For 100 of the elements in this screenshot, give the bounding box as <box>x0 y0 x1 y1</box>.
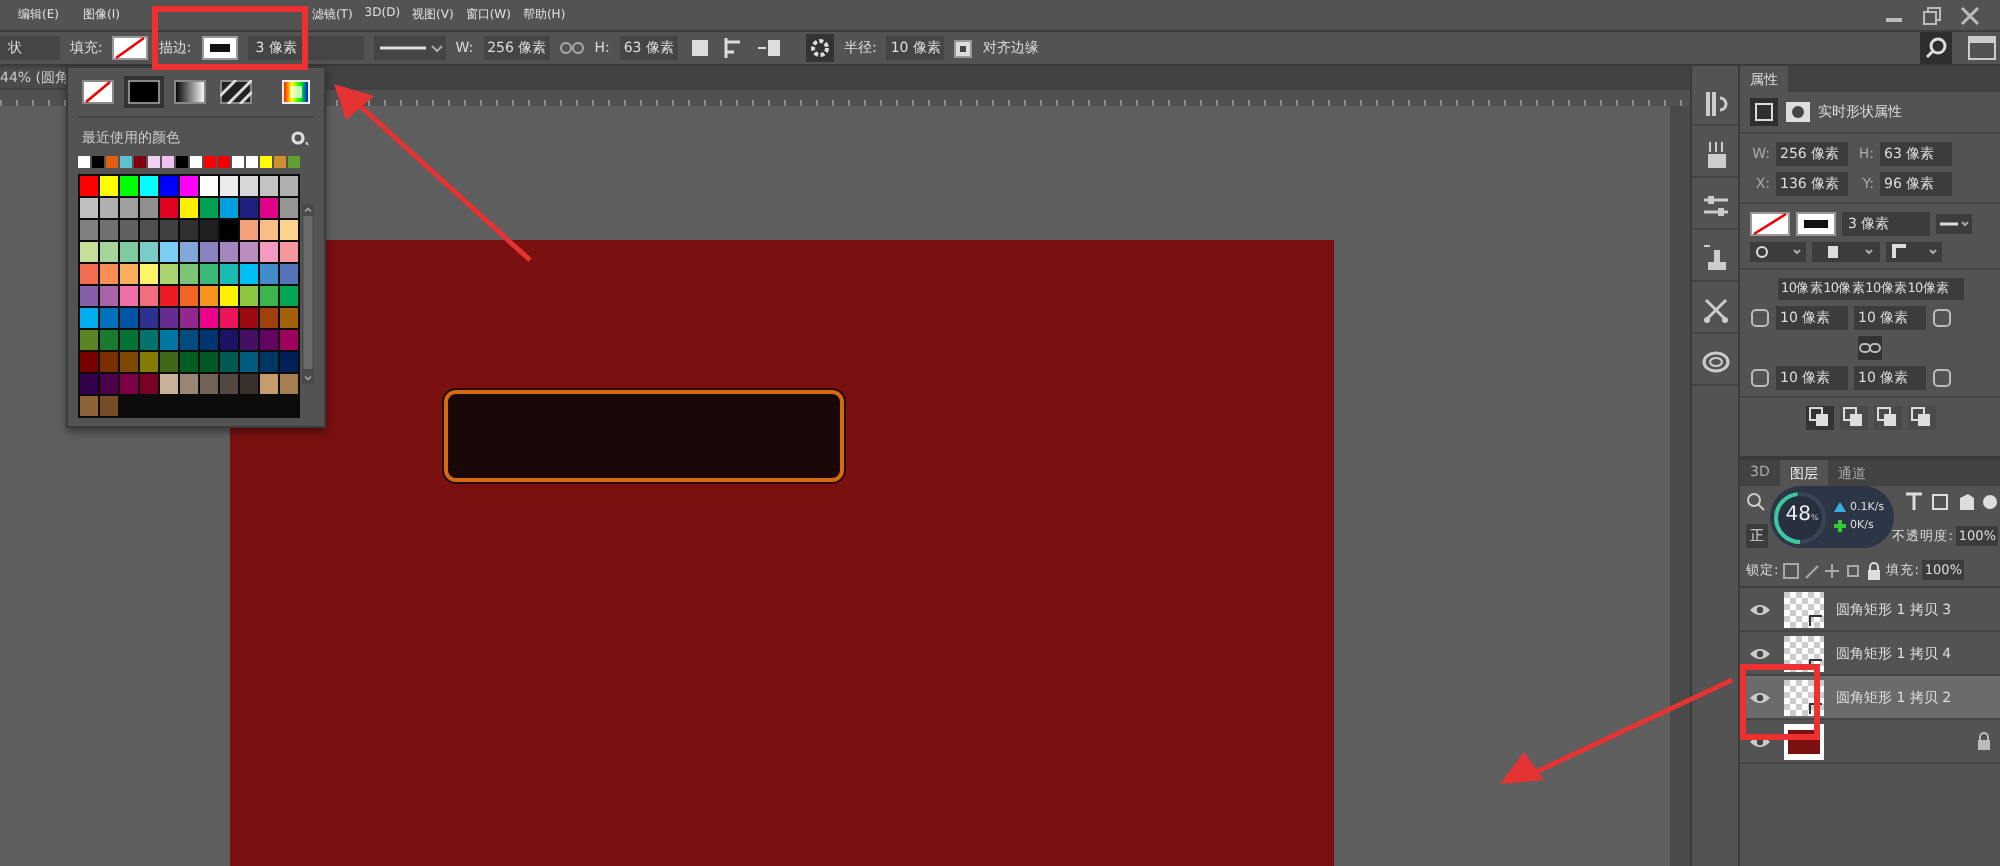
stroke-swatch[interactable] <box>201 36 238 60</box>
path-operations-icon[interactable] <box>687 36 712 60</box>
color-swatch[interactable] <box>100 264 118 284</box>
color-swatch[interactable] <box>160 264 178 284</box>
color-swatch[interactable] <box>240 352 258 372</box>
swirl-icon[interactable] <box>1701 347 1729 375</box>
color-picker-icon[interactable] <box>282 80 310 104</box>
subtract-shape-icon[interactable] <box>1839 406 1867 430</box>
color-swatch[interactable] <box>160 242 178 262</box>
color-swatch[interactable] <box>180 286 198 306</box>
color-swatch[interactable] <box>160 330 178 350</box>
color-swatch[interactable] <box>176 156 188 168</box>
color-swatch[interactable] <box>190 156 202 168</box>
color-swatch[interactable] <box>100 374 118 394</box>
color-swatch[interactable] <box>140 220 158 240</box>
color-swatch[interactable] <box>120 242 138 262</box>
color-swatch[interactable] <box>140 264 158 284</box>
mask-icon[interactable] <box>1784 98 1812 126</box>
color-swatch[interactable] <box>100 330 118 350</box>
eye-icon[interactable] <box>1748 645 1772 661</box>
color-swatch[interactable] <box>220 330 238 350</box>
color-swatch[interactable] <box>160 374 178 394</box>
workspace-icon[interactable] <box>1968 36 1996 60</box>
color-swatch[interactable] <box>100 242 118 262</box>
color-swatch[interactable] <box>240 286 258 306</box>
link-icon[interactable] <box>1858 336 1882 360</box>
color-swatch[interactable] <box>280 198 298 218</box>
pattern-button[interactable] <box>220 80 252 104</box>
color-swatch[interactable] <box>200 374 218 394</box>
color-swatch[interactable] <box>80 176 98 196</box>
combine-shapes-icon[interactable] <box>1805 406 1833 430</box>
color-swatch[interactable] <box>260 308 278 328</box>
color-swatch[interactable] <box>120 286 138 306</box>
search-icon[interactable] <box>1746 492 1766 512</box>
color-swatch[interactable] <box>134 156 146 168</box>
color-swatch[interactable] <box>260 264 278 284</box>
lock-pixels-icon[interactable] <box>1782 561 1863 579</box>
color-swatch[interactable] <box>260 198 278 218</box>
color-swatch[interactable] <box>260 286 278 306</box>
no-fill-swatch[interactable] <box>112 36 149 60</box>
color-swatch[interactable] <box>160 176 178 196</box>
color-swatch[interactable] <box>160 352 178 372</box>
color-swatch[interactable] <box>200 308 218 328</box>
align-edges-checkbox[interactable] <box>954 39 973 57</box>
stroke-corner-dropdown[interactable] <box>1886 242 1942 262</box>
color-swatch[interactable] <box>100 308 118 328</box>
color-swatch[interactable] <box>200 220 218 240</box>
color-swatch[interactable] <box>218 156 230 168</box>
color-swatch[interactable] <box>80 330 98 350</box>
color-swatch[interactable] <box>120 352 138 372</box>
color-swatch[interactable] <box>200 198 218 218</box>
color-swatch[interactable] <box>140 352 158 372</box>
color-swatch[interactable] <box>260 352 278 372</box>
settings-icon[interactable] <box>805 34 834 62</box>
color-swatch[interactable] <box>260 156 272 168</box>
no-fill-swatch[interactable] <box>1750 212 1790 236</box>
color-swatch[interactable] <box>92 156 104 168</box>
color-swatch[interactable] <box>160 308 178 328</box>
color-swatch[interactable] <box>120 176 138 196</box>
color-swatch[interactable] <box>232 156 244 168</box>
color-swatch[interactable] <box>260 242 278 262</box>
color-swatch[interactable] <box>260 220 278 240</box>
lock-icon[interactable] <box>1866 561 1883 579</box>
line-style-dropdown[interactable] <box>373 36 446 60</box>
arrange-icon[interactable] <box>755 36 784 60</box>
align-icon[interactable] <box>721 36 746 60</box>
color-swatch[interactable] <box>78 156 90 168</box>
color-swatch[interactable] <box>140 242 158 262</box>
color-swatch[interactable] <box>106 156 118 168</box>
color-swatch[interactable] <box>220 176 238 196</box>
solid-color-button[interactable] <box>128 80 160 104</box>
color-swatch[interactable] <box>220 264 238 284</box>
color-swatch[interactable] <box>220 352 238 372</box>
color-swatch[interactable] <box>80 242 98 262</box>
color-swatch[interactable] <box>204 156 216 168</box>
color-swatch[interactable] <box>180 308 198 328</box>
color-swatch[interactable] <box>80 286 98 306</box>
color-swatch[interactable] <box>140 176 158 196</box>
color-swatch[interactable] <box>260 330 278 350</box>
color-swatch[interactable] <box>240 308 258 328</box>
color-swatch[interactable] <box>160 286 178 306</box>
color-swatch[interactable] <box>100 352 118 372</box>
color-swatch[interactable] <box>220 308 238 328</box>
color-swatch[interactable] <box>280 374 298 394</box>
exclude-shapes-icon[interactable] <box>1907 406 1935 430</box>
color-swatch[interactable] <box>240 374 258 394</box>
stroke-cap-dropdown[interactable] <box>1812 242 1880 262</box>
gradient-button[interactable] <box>174 80 206 104</box>
color-swatch[interactable] <box>200 330 218 350</box>
text-layer-filter-icon[interactable] <box>1904 492 1924 512</box>
color-swatch[interactable] <box>120 156 132 168</box>
color-swatch[interactable] <box>160 198 178 218</box>
color-swatch[interactable] <box>280 220 298 240</box>
color-swatch[interactable] <box>200 286 218 306</box>
color-swatch[interactable] <box>80 396 98 416</box>
color-swatch[interactable] <box>260 374 278 394</box>
color-swatch[interactable] <box>140 198 158 218</box>
color-swatch[interactable] <box>162 156 174 168</box>
color-swatch[interactable] <box>80 220 98 240</box>
stamp-icon[interactable] <box>1701 243 1729 271</box>
